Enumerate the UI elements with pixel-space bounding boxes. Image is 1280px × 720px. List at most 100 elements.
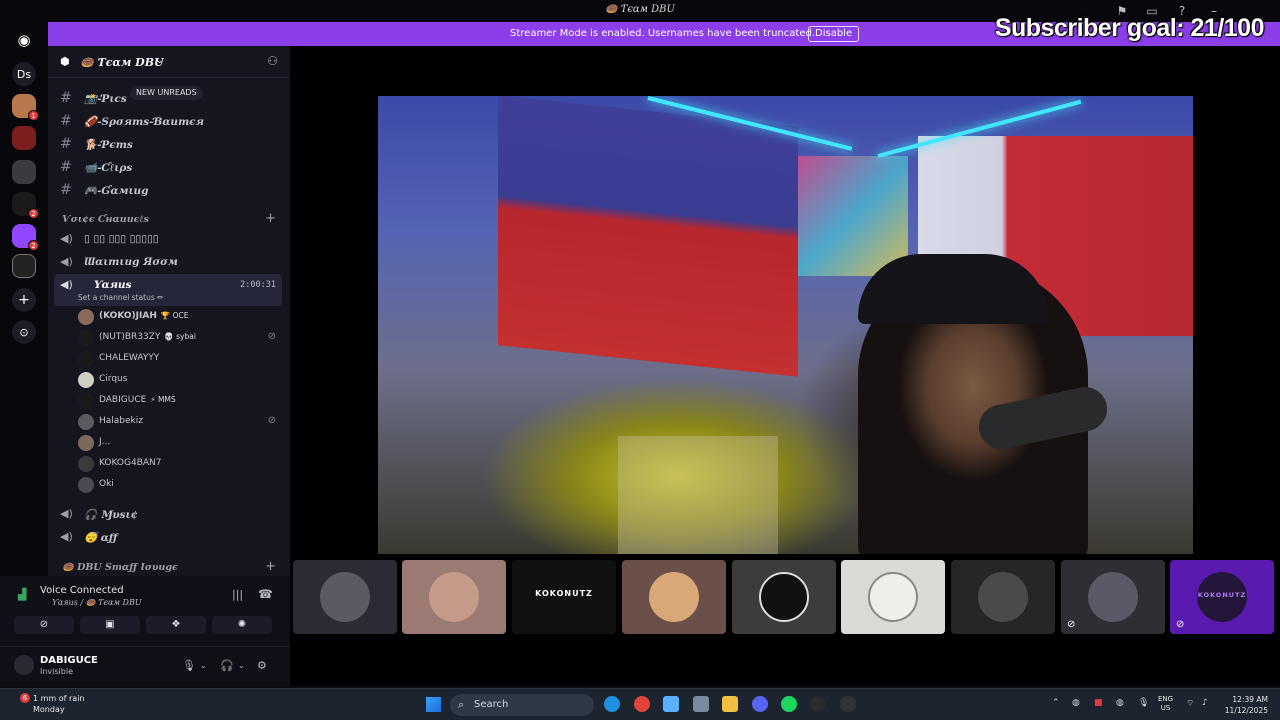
channel-sports-banter[interactable]: # 🏈-Ѕρσятѕ-Ɓαитєя [54,110,282,132]
channel-gaming[interactable]: # 🎮-Ɠαмιиg [54,179,282,201]
speaker-icon: ◀) [60,530,73,543]
voice-channel[interactable]: ◀) ▯ ▯▯ ▯▯▯ ▯▯▯▯▯ [54,228,282,250]
chevron-up-icon[interactable]: ⌃ [1052,698,1060,708]
camera-off-button[interactable]: ⊘ [14,616,74,634]
microphone-icon[interactable]: 🎙 [182,659,196,672]
voice-user[interactable]: Halabekiz ⊘ [74,412,282,432]
voice-channel-waiting-room[interactable]: ◀) Ɯαιтιиg Яσσм [54,251,282,273]
voice-user-name: Cirqus [99,374,127,384]
voice-channel-yarns-selected[interactable]: ◀) Ƴαяиѕ Set a channel status ✏ 2:00:31 [54,274,282,306]
headphones-icon[interactable]: 🎧 [220,659,234,672]
add-channel-icon[interactable]: + [265,211,276,226]
chevron-down-icon[interactable]: ⌄ [238,661,245,670]
edge-icon[interactable] [604,696,620,712]
disconnect-icon[interactable]: ☎ [258,587,273,601]
muted-icon: ⊘ [1067,619,1076,630]
participant-tile[interactable] [841,560,945,634]
voice-channel-music[interactable]: ◀) 🎧 Ɱυѕι¢ [54,503,282,525]
weather-widget[interactable]: 1 mm of rain Monday [33,693,85,715]
windows-taskbar: 6 1 mm of rain Monday ⌕ Search ⌃ ◍ ■ ◍ 🎙… [0,688,1280,720]
participant-tile[interactable] [732,560,836,634]
server-icon[interactable] [12,126,36,150]
file-explorer-icon[interactable] [722,696,738,712]
voice-user[interactable]: CHALEWAYYY [74,349,282,369]
participant-tile[interactable]: KOKONUTZ [512,560,616,634]
avatar[interactable] [14,655,34,675]
voice-user[interactable]: (NUT)BR33ZY 💀 sybai ⊘ [74,328,282,348]
user-tag: ⚡ MMS [150,395,176,404]
channel-label: ▯ ▯▯ ▯▯▯ ▯▯▯▯▯ [84,233,159,245]
voice-channel-afk[interactable]: ◀) 😴 αƒƒ [54,526,282,548]
noise-suppression-icon[interactable]: ||| [232,588,243,601]
spotify-icon[interactable] [781,696,797,712]
voice-user[interactable]: Cirqus [74,370,282,390]
app-icon[interactable] [840,696,856,712]
add-server-icon[interactable]: + [12,288,36,312]
category-voice-channels[interactable]: Ѵσι¢є Ƈнαииєℓѕ [62,214,149,225]
tray-app-icon[interactable]: ■ [1094,698,1103,708]
search-icon: ⌕ [458,698,465,711]
participant-tile[interactable]: KOKONUTZ ⊘ [1170,560,1274,634]
voice-user[interactable]: Oki [74,475,282,495]
voice-connected-location[interactable]: Ƴαяиѕ / 🍩 Ƭєαм DBU [52,598,142,607]
tray-app-icon[interactable]: ◍ [1116,698,1124,708]
clock[interactable]: 12:39 AM 11/12/2025 [1222,694,1268,716]
copilot-icon[interactable] [663,696,679,712]
wifi-icon[interactable]: ⌔ [1186,698,1194,709]
participant-tile[interactable]: ⊘ [1061,560,1165,634]
mic-tray-icon[interactable]: 🎙 [1138,698,1149,708]
call-timer: 2:00:31 [240,280,276,290]
volume-icon[interactable]: ♪ [1202,698,1208,708]
dm-button[interactable]: Ds [12,62,36,86]
participant-tile[interactable] [293,560,397,634]
invite-icon[interactable]: ⚇ [267,54,278,68]
settings-icon[interactable] [693,696,709,712]
twitch-server-icon[interactable]: 2 [12,224,39,251]
hash-icon: # [60,159,72,175]
settings-gear-icon[interactable]: ⚙ [257,659,267,672]
channel-label: 🐕-Ƥєтѕ [84,139,133,151]
windows-start-icon[interactable] [426,697,441,712]
server-icon[interactable] [12,160,36,184]
category-staff-lounge[interactable]: 🍩 DBU Ѕтαƒƒ Ɩσυиgє [62,562,178,573]
language-indicator[interactable]: ENG US [1158,695,1173,713]
cap-decor [858,254,1048,324]
server-header[interactable]: ⬢ 🍩 Ƭєαм DBU ⌄ ⚇ [48,46,290,78]
voice-connected-panel: ▟ Voice Connected Ƴαяиѕ / 🍩 Ƭєαм DBU |||… [0,576,290,686]
voice-user[interactable]: KOKOG4BAN7 [74,454,282,474]
samoa-flag-decor [498,96,798,377]
participant-tile[interactable] [951,560,1055,634]
discover-icon[interactable]: ⊙ [12,320,36,344]
channel-clips[interactable]: # 📹-Ƈℓιρѕ [54,156,282,178]
disable-button[interactable]: Disable [808,26,860,42]
new-unreads-pill[interactable]: NEW UNREADS [130,86,203,100]
participant-tile[interactable] [622,560,726,634]
activities-button[interactable]: ❖ [146,616,206,634]
server-icon[interactable]: 2 [12,192,39,219]
discord-icon[interactable] [752,696,768,712]
channel-pets[interactable]: # 🐕-Ƥєтѕ [54,133,282,155]
username: KOKOG4BAN7 [99,458,162,468]
channel-status[interactable]: Set a channel status ✏ [78,293,163,302]
discord-home-icon[interactable]: ◉ [12,28,36,52]
server-icon[interactable]: 1 [12,94,39,121]
screen-share-button[interactable]: ▣ [80,616,140,634]
app-icon[interactable] [810,696,826,712]
tray-app-icon[interactable]: ◍ [1072,698,1080,708]
chrome-icon[interactable] [634,696,650,712]
taskbar-search[interactable]: ⌕ Search [450,694,594,716]
server-icon[interactable] [12,254,36,278]
user-name[interactable]: DABIGUCE [40,655,98,666]
voice-user[interactable]: (KOKO)JIAH 🏆 OCE [74,307,282,327]
chevron-down-icon[interactable]: ⌄ [200,661,207,670]
focused-video-stream[interactable] [378,96,1193,554]
voice-user[interactable]: J... [74,433,282,453]
signal-icon[interactable]: ▟ [18,588,26,601]
muted-icon: ⊘ [267,415,276,426]
add-channel-icon[interactable]: + [265,559,276,574]
voice-user-name: Oki [99,479,114,489]
voice-user[interactable]: DABIGUCE ⚡ MMS [74,391,282,411]
soundboard-icon: ✺ [237,619,247,630]
soundboard-button[interactable]: ✺ [212,616,272,634]
participant-tile[interactable] [402,560,506,634]
